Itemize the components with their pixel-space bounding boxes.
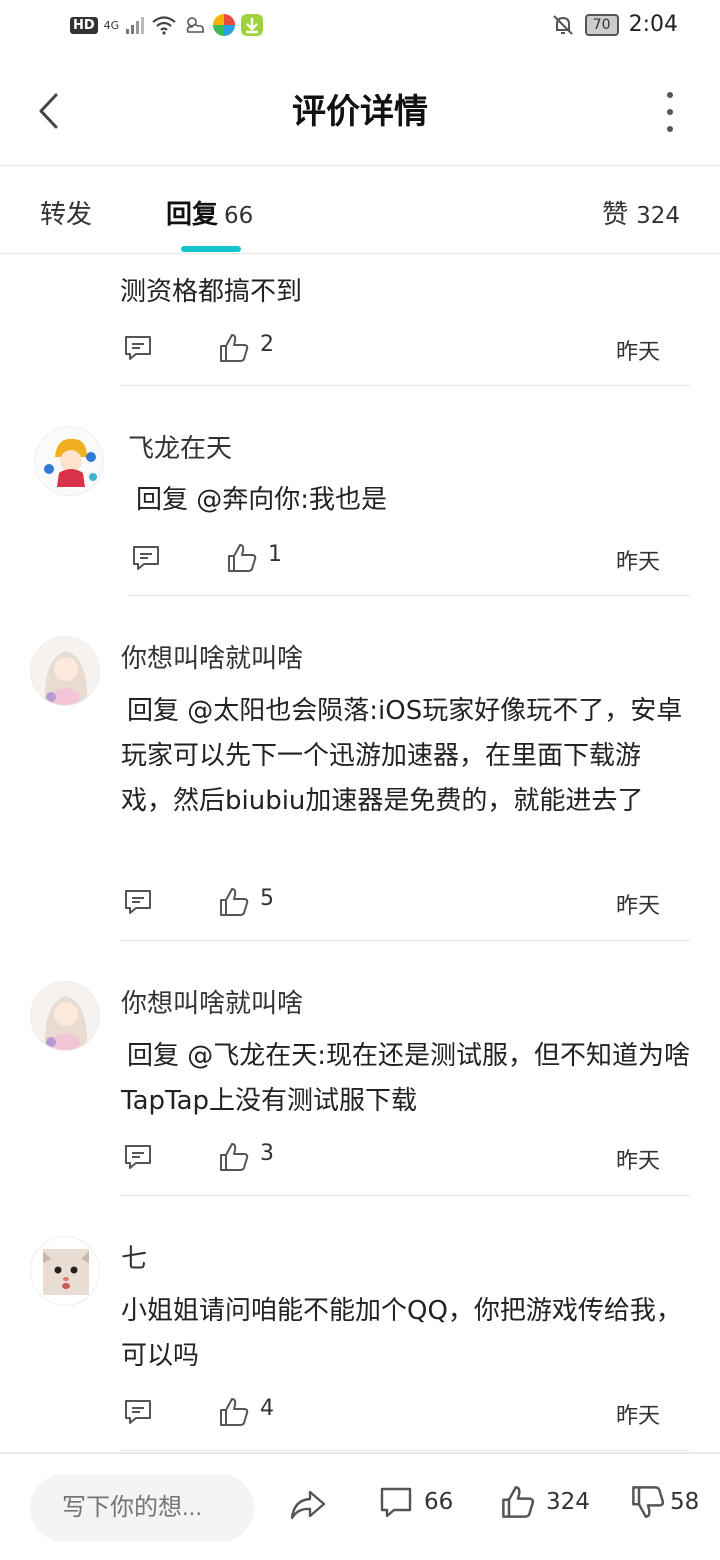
avatar-anime-icon [35,427,103,495]
download-app-icon [241,14,264,36]
comment-time: 昨天 [615,550,660,575]
bottom-action-bar: 66 324 58 [0,1452,720,1560]
tab-reply[interactable]: 回复 66 [166,194,253,231]
comment-author[interactable]: 飞龙在天 [128,428,232,465]
avatar-girl-icon [31,637,99,705]
comment-author[interactable]: 你想叫啥就叫啥 [121,638,303,675]
reply-icon[interactable] [122,332,154,364]
avatar[interactable] [30,1236,100,1306]
more-options-button[interactable] [660,92,680,132]
thumbs-up-icon[interactable] [218,886,250,918]
avatar-cat-icon [31,1237,99,1305]
like-count: 324 [546,1489,590,1515]
share-button[interactable] [288,1484,328,1524]
comment-text: 回复 @奔向你:我也是 [136,485,388,515]
dislike-button[interactable]: 58 [630,1484,699,1520]
detail-tabs: 转发 回复 66 赞 324 [0,166,720,254]
like-count: 3 [260,1141,274,1166]
tab-reply-count: 66 [224,203,254,229]
more-dot [667,109,673,115]
reply-icon[interactable] [130,542,162,574]
list-item: 飞龙在天 回复 @奔向你:我也是 1 昨天 [0,386,720,596]
status-icons-right: 70 2:04 [551,12,678,37]
like-count: 5 [260,886,274,911]
battery-indicator: 70 [584,13,619,36]
comment-icon [380,1487,412,1518]
page-title: 评价详情 [292,92,428,132]
more-dots-icon [667,92,673,98]
wifi-icon [152,16,176,35]
comment-text: 回复 @飞龙在天:现在还是测试服，但不知道为啥TapTap上没有测试服下载 [121,1041,691,1116]
thumbs-up-icon[interactable] [218,1141,250,1173]
tab-like-label: 赞 [602,200,629,230]
comment-time: 昨天 [615,894,660,919]
tab-like-count: 324 [636,203,680,229]
thumbs-up-icon [502,1486,535,1518]
thumbs-down-icon [632,1486,665,1518]
comment-author[interactable]: 你想叫啥就叫啥 [121,983,303,1020]
thumbs-up-icon[interactable] [218,1396,250,1428]
share-icon [290,1490,326,1520]
list-item: 七 小姐姐请问咱能不能加个QQ，你把游戏传给我，可以吗 4 昨天 [0,1196,720,1452]
comment-actions: 5 [122,886,662,926]
network-type: 4G [103,18,120,32]
avatar[interactable] [30,636,100,706]
like-count: 1 [268,542,282,567]
avatar[interactable] [34,426,104,496]
top-app-bar: 评价详情 [0,56,720,166]
dislike-count: 58 [670,1489,700,1515]
tab-reply-label: 回复 [166,200,219,230]
signal-icon [126,17,145,34]
comment-time: 昨天 [615,340,660,365]
tab-like[interactable]: 赞 324 [602,194,680,231]
comment-button[interactable]: 66 [378,1484,453,1520]
comment-text: 小姐姐请问咱能不能加个QQ，你把游戏传给我，可以吗 [121,1296,682,1371]
divider [120,1450,690,1451]
status-icons-left: HD 4G [70,14,264,36]
thumbs-up-icon[interactable] [218,332,250,364]
status-bar: HD 4G 70 2:04 [0,0,720,56]
list-item: 你想叫啥就叫啥 回复 @飞龙在天:现在还是测试服，但不知道为啥TapTap上没有… [0,941,720,1196]
comment-actions: 1 [130,542,670,582]
mute-bell-icon [553,14,573,35]
hd-badge: HD [70,16,98,34]
reply-icon[interactable] [122,1141,154,1173]
comment-count: 66 [424,1489,454,1515]
weather-icon [186,17,205,33]
like-button[interactable]: 324 [500,1484,590,1520]
comment-time: 昨天 [615,1404,660,1429]
reply-icon[interactable] [122,1396,154,1428]
comment-actions: 3 [122,1141,662,1181]
comment-text: 测资格都搞不到 [120,277,303,307]
comment-text: 回复 @太阳也会陨落:iOS玩家好像玩不了，安卓玩家可以先下一个迅游加速器，在里… [121,696,683,816]
comment-actions: 2 [122,332,662,372]
reply-list[interactable]: 测资格都搞不到 2 昨天 飞龙在天 回复 @奔向你:我也是 1 昨天 你想叫啥就… [0,254,720,1452]
comment-input[interactable] [30,1474,254,1542]
reply-icon[interactable] [122,886,154,918]
avatar-girl-icon [31,982,99,1050]
clock: 2:04 [628,12,678,37]
list-item: 你想叫啥就叫啥 回复 @太阳也会陨落:iOS玩家好像玩不了，安卓玩家可以先下一个… [0,596,720,941]
comment-author[interactable]: 七 [121,1238,147,1275]
app-360-icon [213,14,236,36]
tab-forward[interactable]: 转发 [40,194,92,231]
more-dot [667,126,673,132]
active-tab-indicator [181,246,241,252]
comment-actions: 4 [122,1396,662,1436]
list-item: 测资格都搞不到 2 昨天 [0,254,720,386]
like-count: 2 [260,332,274,357]
thumbs-up-icon[interactable] [226,542,258,574]
like-count: 4 [260,1396,274,1421]
comment-time: 昨天 [615,1149,660,1174]
avatar[interactable] [30,981,100,1051]
